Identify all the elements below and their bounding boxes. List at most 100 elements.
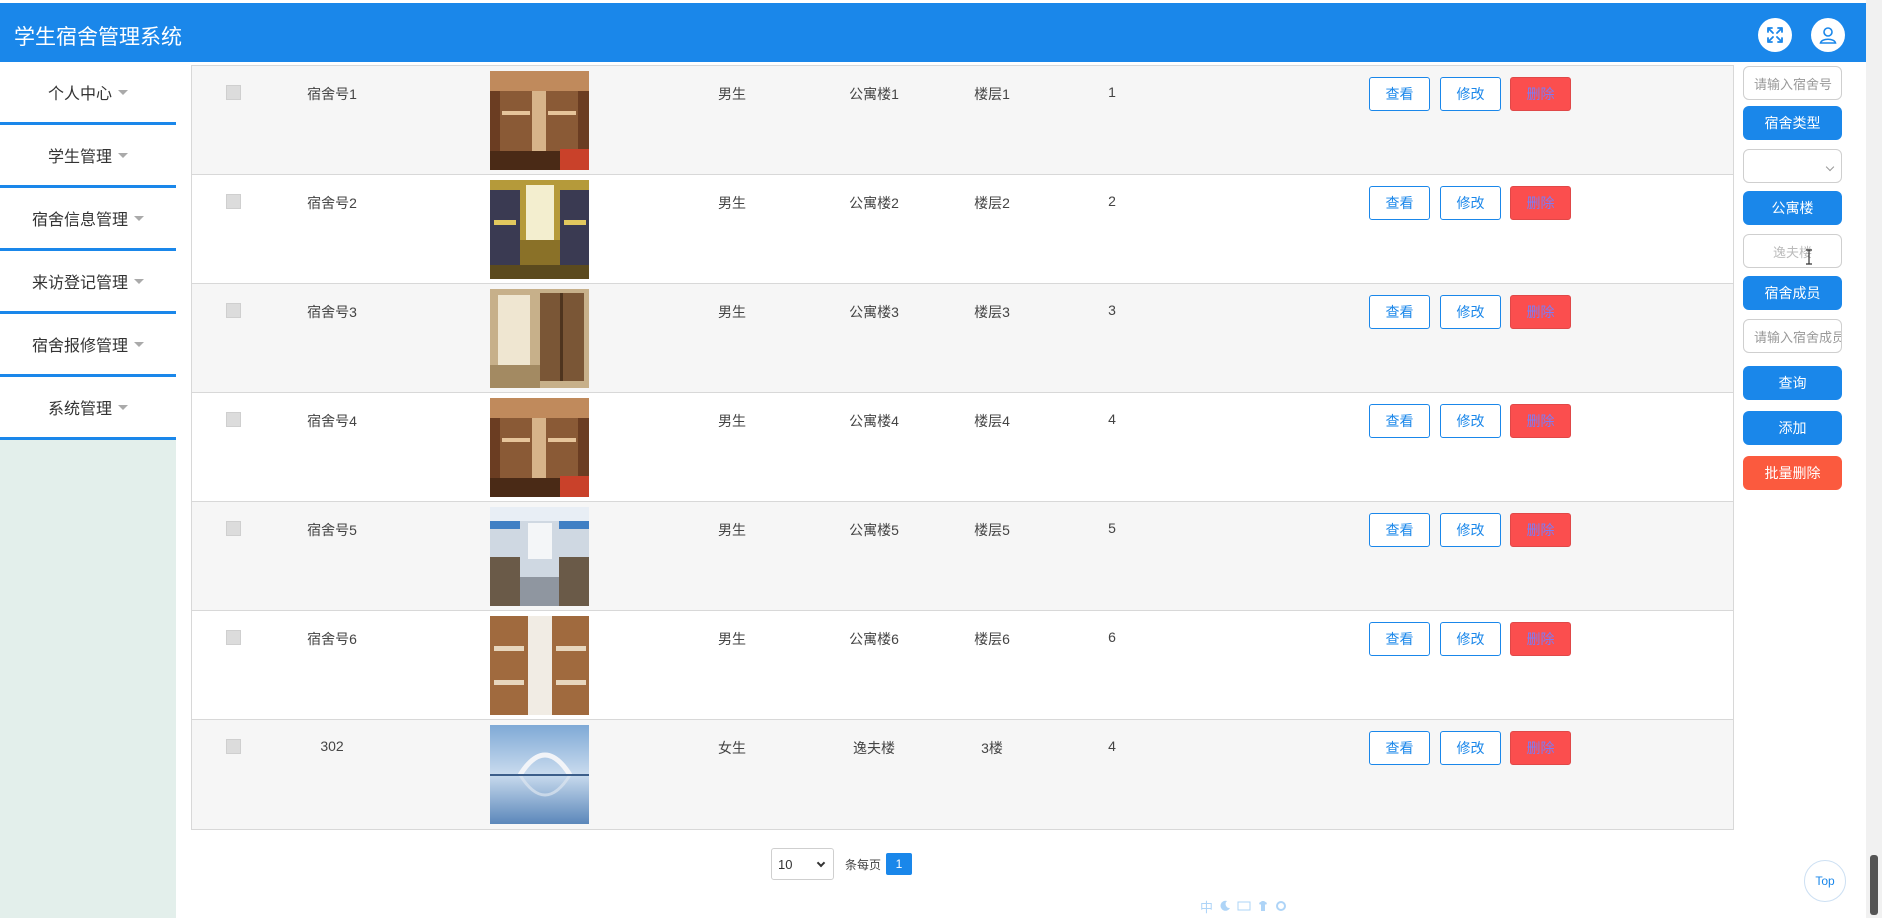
sidebar-item-label: 宿舍报修管理 [31, 338, 128, 355]
ime-mode-label: 中 [1200, 899, 1214, 915]
sex-cell: 男生 [718, 631, 746, 647]
edit-button[interactable]: 修改 [1440, 295, 1501, 329]
delete-button[interactable]: 删除 [1510, 295, 1571, 329]
building-button[interactable]: 公寓楼 [1743, 191, 1842, 225]
per-page-label: 条每页 [845, 857, 882, 872]
floor-cell: 楼层1 [974, 86, 1010, 102]
sidebar-item-repair-management[interactable]: 宿舍报修管理 [0, 314, 176, 377]
delete-button[interactable]: 删除 [1510, 404, 1571, 438]
edit-button[interactable]: 修改 [1440, 622, 1501, 656]
row-checkbox[interactable] [226, 85, 241, 100]
building-input[interactable]: 逸夫楼 [1743, 234, 1842, 268]
sidebar-item-label: 来访登记管理 [31, 275, 128, 292]
page-size-select[interactable]: 10 [771, 848, 834, 880]
sidebar-item-personal-center[interactable]: 个人中心 [0, 62, 176, 125]
view-button[interactable]: 查看 [1369, 731, 1430, 765]
dorm-number-search-input[interactable]: 请输入宿舍号 [1743, 66, 1842, 100]
keyboard-icon [1237, 901, 1251, 911]
delete-button[interactable]: 删除 [1510, 186, 1571, 220]
delete-button[interactable]: 删除 [1510, 77, 1571, 111]
row-checkbox[interactable] [226, 412, 241, 427]
dorm-number-cell: 宿舍号4 [307, 413, 357, 429]
table-row: 302 女生 逸夫楼 3楼 4 查看 修改 删除 [192, 720, 1733, 829]
sex-cell: 男生 [718, 413, 746, 429]
back-to-top-button[interactable]: Top [1804, 860, 1846, 902]
dorm-number-cell: 302 [320, 738, 344, 754]
edit-button[interactable]: 修改 [1440, 731, 1501, 765]
floor-cell: 楼层2 [974, 195, 1010, 211]
ime-toolbar: 中 [1200, 898, 1395, 915]
page-button-current[interactable]: 1 [886, 853, 913, 875]
building-cell: 公寓楼3 [849, 304, 899, 320]
building-cell: 逸夫楼 [853, 740, 895, 756]
floor-cell: 楼层3 [974, 304, 1010, 320]
edit-button[interactable]: 修改 [1440, 513, 1501, 547]
scrollbar-thumb[interactable] [1870, 855, 1878, 915]
table-row: 宿舍号2 男生 公寓楼2 楼层2 2 查看 修改 删除 [192, 175, 1733, 284]
add-button[interactable]: 添加 [1743, 411, 1842, 445]
row-checkbox[interactable] [226, 739, 241, 754]
delete-button[interactable]: 删除 [1510, 731, 1571, 765]
user-icon [1819, 27, 1837, 44]
fullscreen-button[interactable] [1758, 18, 1792, 52]
floor-cell: 楼层5 [974, 522, 1010, 538]
dorm-number-cell: 宿舍号2 [307, 195, 357, 211]
view-button[interactable]: 查看 [1369, 295, 1430, 329]
dorm-members-button[interactable]: 宿舍成员 [1743, 276, 1842, 310]
dorm-photo [490, 71, 589, 170]
table-row: 宿舍号6 男生 公寓楼6 楼层6 6 查看 修改 删除 [192, 611, 1733, 720]
edit-button[interactable]: 修改 [1440, 186, 1501, 220]
row-checkbox[interactable] [226, 303, 241, 318]
edit-button[interactable]: 修改 [1440, 404, 1501, 438]
batch-delete-button[interactable]: 批量删除 [1743, 456, 1842, 490]
sidebar: 个人中心 学生管理 宿舍信息管理 来访登记管理 宿舍报修管理 系统管理 [0, 62, 176, 918]
sidebar-item-label: 系统管理 [47, 401, 112, 418]
edit-button[interactable]: 修改 [1440, 77, 1501, 111]
dorm-type-select[interactable] [1743, 149, 1842, 183]
delete-button[interactable]: 删除 [1510, 622, 1571, 656]
caret-down-icon [134, 278, 144, 284]
row-checkbox[interactable] [226, 521, 241, 536]
gear-icon [1276, 901, 1287, 911]
shirt-icon [1259, 901, 1268, 911]
capacity-cell: 1 [1108, 84, 1116, 100]
sidebar-item-dorm-info-management[interactable]: 宿舍信息管理 [0, 188, 176, 251]
user-menu-button[interactable] [1811, 18, 1845, 52]
building-cell: 公寓楼6 [849, 631, 899, 647]
sidebar-item-visitor-management[interactable]: 来访登记管理 [0, 251, 176, 314]
text-cursor-icon [1806, 249, 1812, 265]
sidebar-item-label: 学生管理 [47, 149, 112, 166]
dorm-type-button[interactable]: 宿舍类型 [1743, 106, 1842, 140]
row-checkbox[interactable] [226, 194, 241, 209]
moon-icon [1220, 900, 1231, 911]
dorm-table: 宿舍号1 男生 公寓楼1 楼层1 1 查看 修改 删除 宿舍号2 男生 公寓楼2… [191, 65, 1734, 830]
view-button[interactable]: 查看 [1369, 404, 1430, 438]
caret-down-icon [118, 404, 128, 410]
caret-down-icon [134, 341, 144, 347]
dorm-photo [490, 616, 589, 715]
table-row: 宿舍号3 男生 公寓楼3 楼层3 3 查看 修改 删除 [192, 284, 1733, 393]
capacity-cell: 3 [1108, 302, 1116, 318]
sidebar-item-student-management[interactable]: 学生管理 [0, 125, 176, 188]
search-button[interactable]: 查询 [1743, 366, 1842, 400]
pagination: 10 条每页 1 [771, 848, 913, 880]
row-checkbox[interactable] [226, 630, 241, 645]
sidebar-item-label: 个人中心 [47, 86, 112, 103]
sidebar-item-system-management[interactable]: 系统管理 [0, 377, 176, 440]
table-row: 宿舍号5 男生 公寓楼5 楼层5 5 查看 修改 删除 [192, 502, 1733, 611]
view-button[interactable]: 查看 [1369, 622, 1430, 656]
expand-icon [1767, 27, 1783, 43]
view-button[interactable]: 查看 [1369, 186, 1430, 220]
view-button[interactable]: 查看 [1369, 513, 1430, 547]
sex-cell: 男生 [718, 86, 746, 102]
view-button[interactable]: 查看 [1369, 77, 1430, 111]
sex-cell: 男生 [718, 304, 746, 320]
building-cell: 公寓楼1 [849, 86, 899, 102]
page-scrollbar[interactable] [1866, 0, 1882, 918]
dorm-number-cell: 宿舍号3 [307, 304, 357, 320]
floor-cell: 楼层6 [974, 631, 1010, 647]
capacity-cell: 2 [1108, 193, 1116, 209]
delete-button[interactable]: 删除 [1510, 513, 1571, 547]
dorm-members-search-input[interactable]: 请输入宿舍成员 [1743, 319, 1842, 353]
building-cell: 公寓楼5 [849, 522, 899, 538]
